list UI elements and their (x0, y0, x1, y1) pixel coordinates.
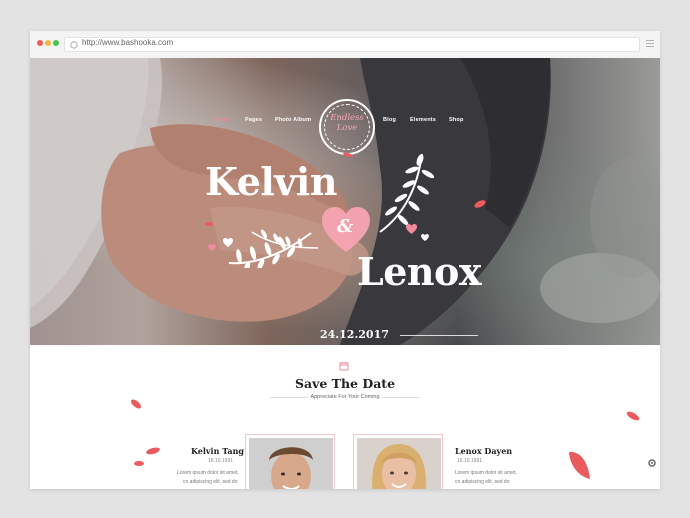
nav-photo-album[interactable]: Photo Album (275, 117, 311, 123)
bride-bio-line-1: Lorem ipsum dolor sit amet, (455, 470, 517, 476)
hero-banner: Home Pages Photo Album Blog Elements Sho… (30, 58, 660, 345)
petal-icon (474, 200, 486, 208)
date-divider (400, 335, 478, 336)
petal-icon (134, 461, 144, 466)
nav-home[interactable]: Home (213, 117, 229, 123)
globe-icon (70, 40, 78, 49)
logo-line-1: Endless (330, 113, 364, 123)
petal-icon (146, 447, 160, 455)
petal-icon (569, 451, 590, 479)
section-subtitle: Appreciate For Your Coming (310, 394, 380, 400)
address-url: http://www.bashooka.com (82, 38, 174, 47)
bride-birth-date: 16.10.1991 (457, 458, 483, 464)
bride-photo (353, 434, 443, 489)
minimize-window-dot[interactable] (45, 40, 51, 46)
bride-first-name: Lenox (357, 249, 482, 294)
site-logo[interactable]: Endless Love (319, 99, 375, 155)
nav-shop[interactable]: Shop (449, 117, 464, 123)
nav-pages[interactable]: Pages (245, 117, 262, 123)
gear-icon[interactable] (647, 458, 657, 468)
browser-toolbar: http://www.bashooka.com (30, 31, 660, 59)
groom-bio-line-1: Lorem ipsum dolor sit amet, (177, 470, 239, 476)
maximize-window-dot[interactable] (53, 40, 59, 46)
browser-window: http://www.bashooka.com Home Pages Photo… (30, 31, 660, 489)
groom-first-name: Kelvin (205, 159, 337, 204)
subtitle-rule-right (382, 397, 420, 398)
small-heart-icon (208, 244, 216, 251)
bride-bio-line-2: co adipiscing elit, sed do (455, 479, 510, 485)
petal-icon (626, 411, 640, 421)
petal-icon (131, 399, 141, 409)
wedding-date: 24.12.2017 (320, 328, 389, 341)
groom-birth-date: 16.10.1991 (208, 458, 234, 464)
ampersand-text: & (337, 216, 354, 237)
laurel-right-icon (379, 153, 435, 233)
calendar-icon (339, 362, 349, 371)
groom-name: Kelvin Tang (191, 446, 244, 456)
save-the-date-section: Save The Date Appreciate For Your Coming… (30, 345, 660, 489)
nav-blog[interactable]: Blog (383, 117, 396, 123)
petal-icon (343, 152, 353, 158)
bride-name: Lenox Dayen (455, 446, 513, 456)
address-bar[interactable]: http://www.bashooka.com (64, 37, 640, 52)
groom-photo (245, 434, 335, 489)
hamburger-menu-icon[interactable] (646, 40, 654, 49)
petal-icon (205, 222, 213, 226)
small-heart-icon (406, 224, 417, 234)
small-heart-icon (223, 238, 233, 247)
laurel-top-icon (251, 229, 319, 249)
logo-line-2: Love (336, 123, 358, 133)
section-title: Save The Date (294, 376, 396, 391)
small-heart-icon (421, 234, 429, 241)
close-window-dot[interactable] (37, 40, 43, 46)
nav-elements[interactable]: Elements (410, 117, 436, 123)
groom-bio-line-2: co adipiscing elit, sed do (183, 479, 238, 485)
